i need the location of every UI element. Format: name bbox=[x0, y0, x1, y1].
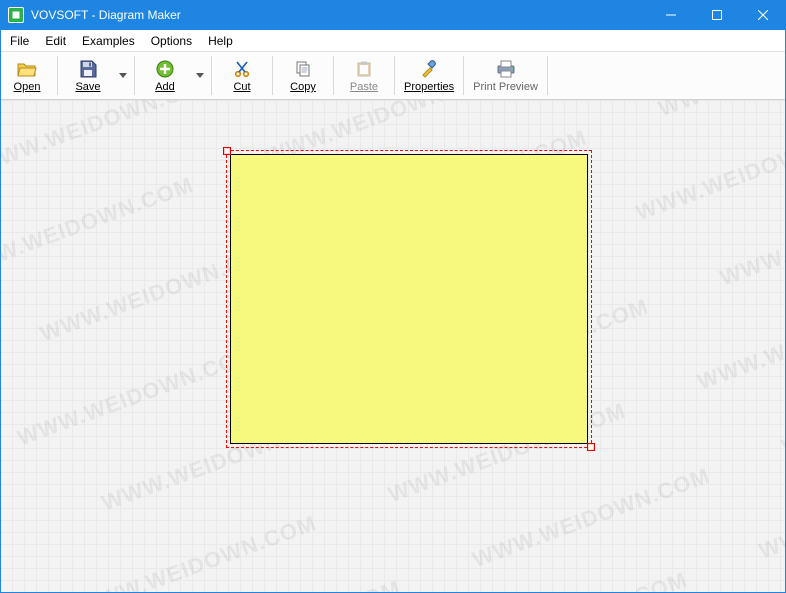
toolbar-separator bbox=[547, 56, 548, 95]
cut-label: Cut bbox=[233, 81, 250, 93]
toolbar-separator bbox=[463, 56, 464, 95]
toolbar-separator bbox=[272, 56, 273, 95]
close-button[interactable] bbox=[740, 0, 786, 30]
save-dropdown[interactable] bbox=[115, 52, 131, 99]
tools-icon bbox=[418, 58, 440, 80]
add-button[interactable]: Add bbox=[138, 52, 192, 99]
menubar: File Edit Examples Options Help bbox=[0, 30, 786, 52]
add-label: Add bbox=[155, 81, 175, 93]
menu-help[interactable]: Help bbox=[200, 32, 241, 50]
printer-icon bbox=[495, 58, 517, 80]
copy-icon bbox=[292, 58, 314, 80]
toolbar-separator bbox=[57, 56, 58, 95]
resize-handle-bottom-right[interactable] bbox=[587, 443, 595, 451]
titlebar: VOVSOFT - Diagram Maker bbox=[0, 0, 786, 30]
open-button[interactable]: Open bbox=[0, 52, 54, 99]
menu-examples[interactable]: Examples bbox=[74, 32, 143, 50]
resize-handle-top-left[interactable] bbox=[223, 147, 231, 155]
toolbar-separator bbox=[211, 56, 212, 95]
paste-label: Paste bbox=[350, 81, 378, 93]
menu-options[interactable]: Options bbox=[143, 32, 200, 50]
add-icon bbox=[154, 58, 176, 80]
copy-label: Copy bbox=[290, 81, 316, 93]
add-dropdown[interactable] bbox=[192, 52, 208, 99]
maximize-button[interactable] bbox=[694, 0, 740, 30]
save-button[interactable]: Save bbox=[61, 52, 115, 99]
minimize-button[interactable] bbox=[648, 0, 694, 30]
folder-open-icon bbox=[16, 58, 38, 80]
print-preview-label: Print Preview bbox=[473, 81, 538, 93]
menu-edit[interactable]: Edit bbox=[37, 32, 74, 50]
app-icon bbox=[8, 7, 24, 23]
toolbar-separator bbox=[134, 56, 135, 95]
save-label: Save bbox=[75, 81, 100, 93]
cut-button[interactable]: Cut bbox=[215, 52, 269, 99]
open-label: Open bbox=[14, 81, 41, 93]
toolbar-separator bbox=[333, 56, 334, 95]
paste-button: Paste bbox=[337, 52, 391, 99]
print-preview-button[interactable]: Print Preview bbox=[467, 52, 544, 99]
menu-file[interactable]: File bbox=[2, 32, 37, 50]
shape-rectangle[interactable] bbox=[230, 154, 588, 444]
scissors-icon bbox=[231, 58, 253, 80]
properties-label: Properties bbox=[404, 81, 454, 93]
floppy-disk-icon bbox=[77, 58, 99, 80]
properties-button[interactable]: Properties bbox=[398, 52, 460, 99]
selection-box[interactable] bbox=[226, 150, 592, 448]
toolbar-separator bbox=[394, 56, 395, 95]
clipboard-icon bbox=[353, 58, 375, 80]
window-title: VOVSOFT - Diagram Maker bbox=[31, 8, 648, 22]
toolbar: Open Save Add Cut Copy bbox=[0, 52, 786, 100]
canvas[interactable]: WWW.WEIDOWN.COM WWW.WEIDOWN.COM WWW.WEID… bbox=[0, 100, 786, 593]
copy-button[interactable]: Copy bbox=[276, 52, 330, 99]
